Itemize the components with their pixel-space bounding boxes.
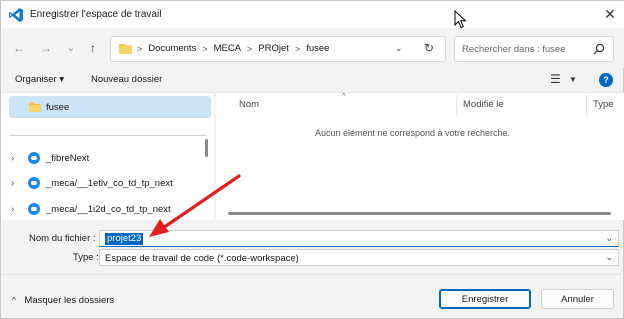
window-title: Enregistrer l'espace de travail <box>30 9 162 20</box>
mouse-cursor-icon <box>454 10 467 29</box>
new-folder-button[interactable]: Nouveau dossier <box>91 74 162 85</box>
filename-value[interactable]: projet23 <box>105 233 144 245</box>
title-bar: Enregistrer l'espace de travail ✕ <box>1 1 624 29</box>
breadcrumb-separator: > <box>294 43 301 54</box>
sort-ascending-icon: ^ <box>342 92 346 101</box>
save-form: Nom du fichier : projet23 ⌄ Type : Espac… <box>1 222 624 274</box>
view-options-icon[interactable]: ☰ <box>550 72 561 86</box>
column-divider[interactable] <box>456 95 457 115</box>
hide-folders-toggle[interactable]: ^ Masquer les dossiers <box>12 295 114 306</box>
file-type-value: Espace de travail de code (*.code-worksp… <box>105 253 299 264</box>
navigation-pane[interactable]: fusee › _fibreNext › _meca/__1etlv_co_td… <box>1 92 214 220</box>
column-divider[interactable] <box>586 95 587 115</box>
save-workspace-dialog: Enregistrer l'espace de travail ✕ ← → ⌄ … <box>0 0 624 319</box>
sidebar-item-label: fusee <box>46 102 70 113</box>
sidebar-item-1i2d[interactable]: › _meca/__1i2d_co_td_tp_next <box>1 199 214 220</box>
forward-arrow-icon[interactable]: → <box>38 40 54 56</box>
empty-results-message: Aucun élément ne correspond à votre rech… <box>314 128 511 138</box>
hide-folders-label: Masquer les dossiers <box>24 295 115 306</box>
expand-chevron-icon[interactable]: › <box>11 204 14 215</box>
folder-icon <box>119 44 132 54</box>
save-button[interactable]: Enregistrer <box>439 289 531 309</box>
search-input[interactable]: Rechercher dans : fusee <box>454 36 614 62</box>
expand-chevron-icon[interactable]: › <box>11 153 14 164</box>
vscode-icon <box>9 8 23 22</box>
workspace-icon <box>28 152 40 164</box>
breadcrumb: > Documents > MECA > PROjet > fusee <box>137 43 329 54</box>
organize-menu-button[interactable]: Organiser ▾ <box>15 74 64 85</box>
refresh-icon[interactable]: ↻ <box>424 41 434 55</box>
close-button[interactable]: ✕ <box>595 1 624 28</box>
sidebar-item-fibrenext[interactable]: › _fibreNext <box>1 148 214 170</box>
breadcrumb-projet[interactable]: PROjet <box>258 43 289 54</box>
back-arrow-icon[interactable]: ← <box>11 40 27 56</box>
address-bar[interactable]: > Documents > MECA > PROjet > fusee ⌄ ↻ <box>110 36 446 62</box>
sidebar-item-label: _meca/__1etlv_co_td_tp_next <box>46 178 173 189</box>
breadcrumb-documents[interactable]: Documents <box>148 43 196 54</box>
column-header-modified[interactable]: Modifié le <box>463 99 504 110</box>
chevron-down-icon[interactable]: ⌄ <box>605 233 613 244</box>
search-placeholder: Rechercher dans : fusee <box>462 44 566 55</box>
column-header-type[interactable]: Type <box>593 99 614 110</box>
search-icon <box>593 43 605 55</box>
sidebar-item-fusee[interactable]: fusee <box>9 96 211 118</box>
command-bar: Organiser ▾ Nouveau dossier ☰ ▼ ? <box>1 68 624 92</box>
sidebar-item-1etlv[interactable]: › _meca/__1etlv_co_td_tp_next <box>1 173 214 195</box>
breadcrumb-separator: > <box>137 43 143 54</box>
horizontal-scrollbar[interactable] <box>228 212 611 215</box>
breadcrumb-separator: > <box>247 43 253 54</box>
file-type-select[interactable]: Espace de travail de code (*.code-worksp… <box>99 249 619 266</box>
help-icon[interactable]: ? <box>599 73 613 87</box>
expand-chevron-icon[interactable]: › <box>11 178 14 189</box>
file-list[interactable]: Nom ^ Modifié le Type Aucun élément ne c… <box>216 92 624 220</box>
type-label: Type : <box>73 252 99 263</box>
recent-locations-chevron-icon[interactable]: ⌄ <box>63 40 79 56</box>
divider <box>9 135 207 136</box>
column-header-name[interactable]: Nom <box>239 99 259 110</box>
close-icon: ✕ <box>604 6 616 22</box>
up-arrow-icon[interactable]: ↑ <box>85 40 101 56</box>
folder-icon <box>29 102 41 112</box>
filename-field[interactable]: projet23 ⌄ <box>99 230 619 247</box>
view-options-chevron-icon[interactable]: ▼ <box>569 75 577 84</box>
chevron-down-icon[interactable]: ⌄ <box>605 252 613 263</box>
chevron-up-icon: ^ <box>12 296 16 305</box>
breadcrumb-meca[interactable]: MECA <box>214 43 241 54</box>
sidebar-item-label: _fibreNext <box>46 153 90 164</box>
dialog-footer: ^ Masquer les dossiers Enregistrer Annul… <box>1 274 624 319</box>
workspace-icon <box>28 177 40 189</box>
browser-area: fusee › _fibreNext › _meca/__1etlv_co_td… <box>1 92 624 220</box>
filename-label: Nom du fichier : <box>29 233 96 244</box>
cancel-button[interactable]: Annuler <box>541 289 614 309</box>
breadcrumb-separator: > <box>202 43 208 54</box>
breadcrumb-fusee[interactable]: fusee <box>306 43 329 54</box>
address-history-chevron-icon[interactable]: ⌄ <box>395 43 403 54</box>
sidebar-item-label: _meca/__1i2d_co_td_tp_next <box>46 204 171 215</box>
navigation-bar: ← → ⌄ ↑ > Documents > MECA > PROjet > fu… <box>1 28 624 68</box>
workspace-icon <box>28 203 40 215</box>
